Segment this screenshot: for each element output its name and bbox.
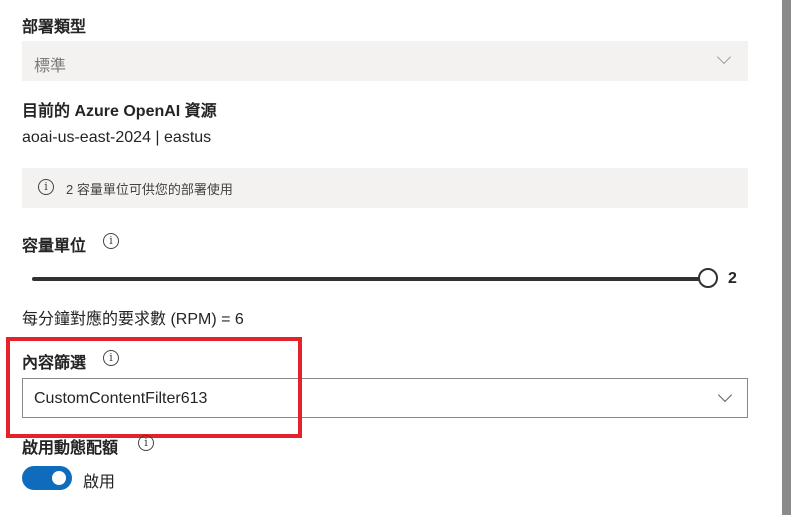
chevron-down-icon [717, 387, 733, 403]
vertical-scrollbar[interactable] [782, 0, 791, 515]
toggle-knob [52, 471, 66, 485]
capacity-slider-value: 2 [728, 270, 737, 287]
dynamic-quota-info-icon[interactable]: i [138, 435, 154, 451]
deployment-type-select: 標準 [22, 41, 748, 81]
resource-value: aoai-us-east-2024 | eastus [22, 129, 212, 146]
capacity-label: 容量單位 [22, 238, 87, 255]
info-message-bar: i 2 容量單位可供您的部署使用 [22, 168, 748, 208]
capacity-slider-track[interactable] [32, 277, 708, 281]
info-icon: i [38, 179, 54, 195]
resource-label: 目前的 Azure OpenAI 資源 [22, 103, 217, 120]
rpm-text: 每分鐘對應的要求數 (RPM) = 6 [22, 311, 244, 328]
capacity-info-icon[interactable]: i [103, 233, 119, 249]
highlight-annotation-box [6, 337, 302, 438]
info-message-text: 2 容量單位可供您的部署使用 [66, 182, 233, 197]
capacity-slider-thumb[interactable] [698, 268, 718, 288]
dynamic-quota-toggle-label: 啟用 [83, 474, 116, 491]
dynamic-quota-toggle[interactable] [22, 466, 72, 490]
deployment-type-value: 標準 [34, 58, 67, 75]
dynamic-quota-label: 啟用動態配額 [22, 440, 119, 457]
deployment-type-label: 部署類型 [22, 19, 87, 36]
deployment-settings-panel: 部署類型 標準 目前的 Azure OpenAI 資源 aoai-us-east… [0, 0, 780, 515]
chevron-down-icon [716, 49, 732, 65]
